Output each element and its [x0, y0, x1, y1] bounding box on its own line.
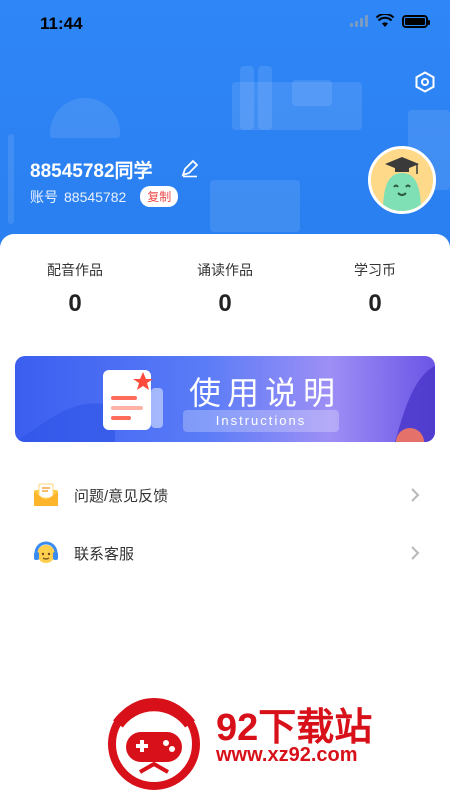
- profile-header: 11:44 88545782同学 账号 88545782 复制: [0, 0, 450, 260]
- copy-account-button[interactable]: 复制: [140, 186, 179, 207]
- book-decoration: [292, 80, 332, 106]
- document-icon: [103, 370, 163, 430]
- lamp-stand-decoration: [8, 134, 14, 224]
- gamepad-logo-icon: [108, 698, 200, 790]
- settings-hexagon-icon[interactable]: [414, 71, 436, 93]
- stat-label: 诵读作品: [197, 262, 253, 278]
- banner-title: 使用说明: [189, 375, 342, 411]
- stat-value: 0: [218, 290, 232, 317]
- book-stack-decoration: [210, 180, 300, 232]
- stat-value: 0: [68, 290, 82, 317]
- account-number: 88545782: [64, 188, 127, 205]
- book-decoration: [240, 66, 254, 130]
- book-decoration: [258, 66, 272, 130]
- avatar[interactable]: [368, 146, 436, 214]
- wifi-icon: [376, 14, 394, 27]
- battery-icon: [402, 14, 430, 28]
- lamp-decoration: [50, 98, 120, 138]
- watermark: 92下载站 www.xz92.com: [64, 660, 444, 800]
- banner-subtitle: Instructions: [183, 410, 339, 432]
- edit-pencil-icon[interactable]: [180, 158, 200, 178]
- stat-label: 学习币: [354, 262, 396, 278]
- chevron-right-icon: [411, 546, 420, 560]
- menu-item-label: 联系客服: [74, 545, 135, 563]
- stat-label: 配音作品: [47, 262, 103, 278]
- menu-list: 问题/意见反馈 联系客服: [0, 466, 450, 582]
- signal-icon: [350, 15, 368, 27]
- status-icons: [350, 14, 430, 28]
- status-time: 11:44: [40, 14, 83, 33]
- stat-dubbing-works[interactable]: 配音作品 0: [0, 260, 150, 318]
- customer-service-headset-icon: [34, 541, 58, 563]
- feedback-envelope-icon: [34, 483, 58, 506]
- instructions-banner[interactable]: 使用说明 Instructions: [15, 356, 435, 442]
- stats-row: 配音作品 0 诵读作品 0 学习币 0: [0, 260, 450, 318]
- graduate-mascot-icon: [371, 149, 433, 211]
- watermark-title: 92下载站: [216, 707, 373, 749]
- user-name: 88545782同学: [30, 161, 153, 182]
- account-row: 账号 88545782 复制: [30, 186, 179, 207]
- stat-study-coins[interactable]: 学习币 0: [300, 260, 450, 318]
- account-label: 账号: [30, 188, 58, 205]
- stat-value: 0: [368, 290, 382, 317]
- chevron-right-icon: [411, 488, 420, 502]
- menu-item-feedback[interactable]: 问题/意见反馈: [0, 466, 450, 524]
- watermark-url: www.xz92.com: [216, 744, 358, 766]
- status-bar: 11:44: [0, 0, 450, 50]
- stat-recitation-works[interactable]: 诵读作品 0: [150, 260, 300, 318]
- menu-item-label: 问题/意见反馈: [74, 487, 169, 505]
- menu-item-customer-service[interactable]: 联系客服: [0, 524, 450, 582]
